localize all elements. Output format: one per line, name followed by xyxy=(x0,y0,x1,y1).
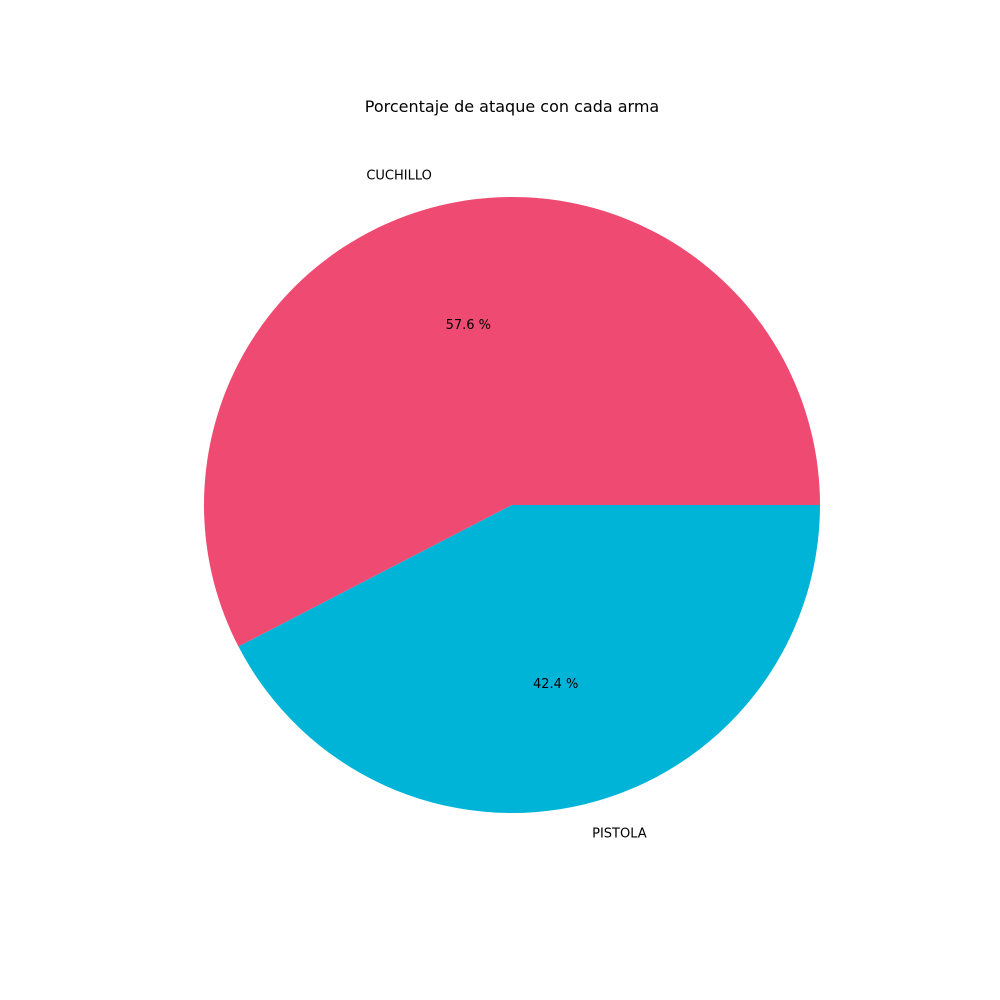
slice-label-cuchillo: CUCHILLO xyxy=(366,168,432,183)
slice-label-pistola: PISTOLA xyxy=(592,827,647,842)
pie-slices xyxy=(203,196,820,813)
chart-title: Porcentaje de ataque con cada arma xyxy=(365,97,659,116)
pie-chart: Porcentaje de ataque con cada arma CUCHI… xyxy=(203,97,820,842)
slice-percent-pistola: 42.4 % xyxy=(533,677,578,692)
slice-percent-cuchillo: 57.6 % xyxy=(446,318,491,333)
